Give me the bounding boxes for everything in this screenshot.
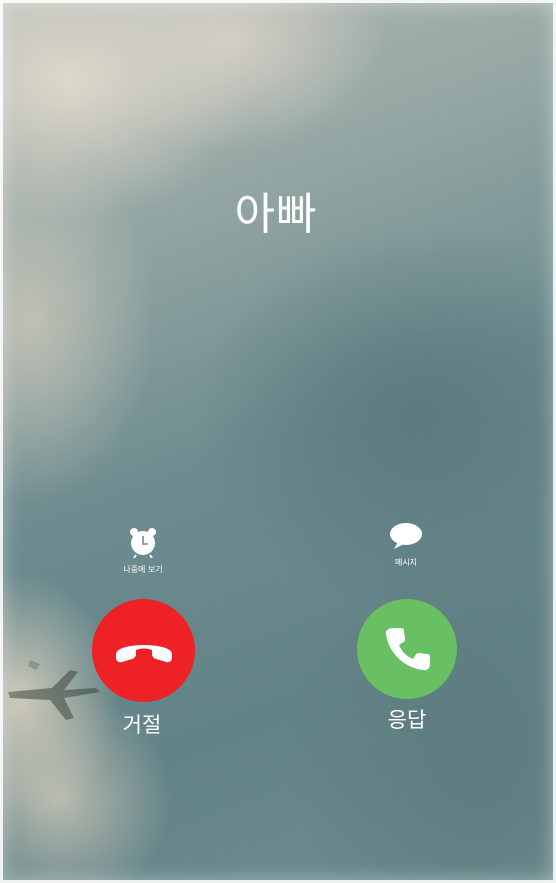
alarm-clock-icon [130,528,156,559]
caller-name: 아빠 [234,189,318,240]
message-label: 메시지 [394,558,418,567]
phone-icon [385,628,430,671]
remind-later-label: 나중에 보기 [123,565,163,574]
accept-label: 응답 [387,708,427,732]
phone-hangup-icon [115,644,172,662]
remind-later-button[interactable]: 나중에 보기 [88,526,198,575]
speech-bubble-icon [390,523,422,549]
decline-button[interactable] [92,599,195,702]
accept-button[interactable] [357,599,457,699]
incoming-call-screen: 아빠 나중에 보기 메시지 거절 응답 [0,0,556,883]
screen-border [0,0,556,883]
decline-label: 거절 [122,713,162,737]
message-button[interactable]: 메시지 [351,521,461,568]
